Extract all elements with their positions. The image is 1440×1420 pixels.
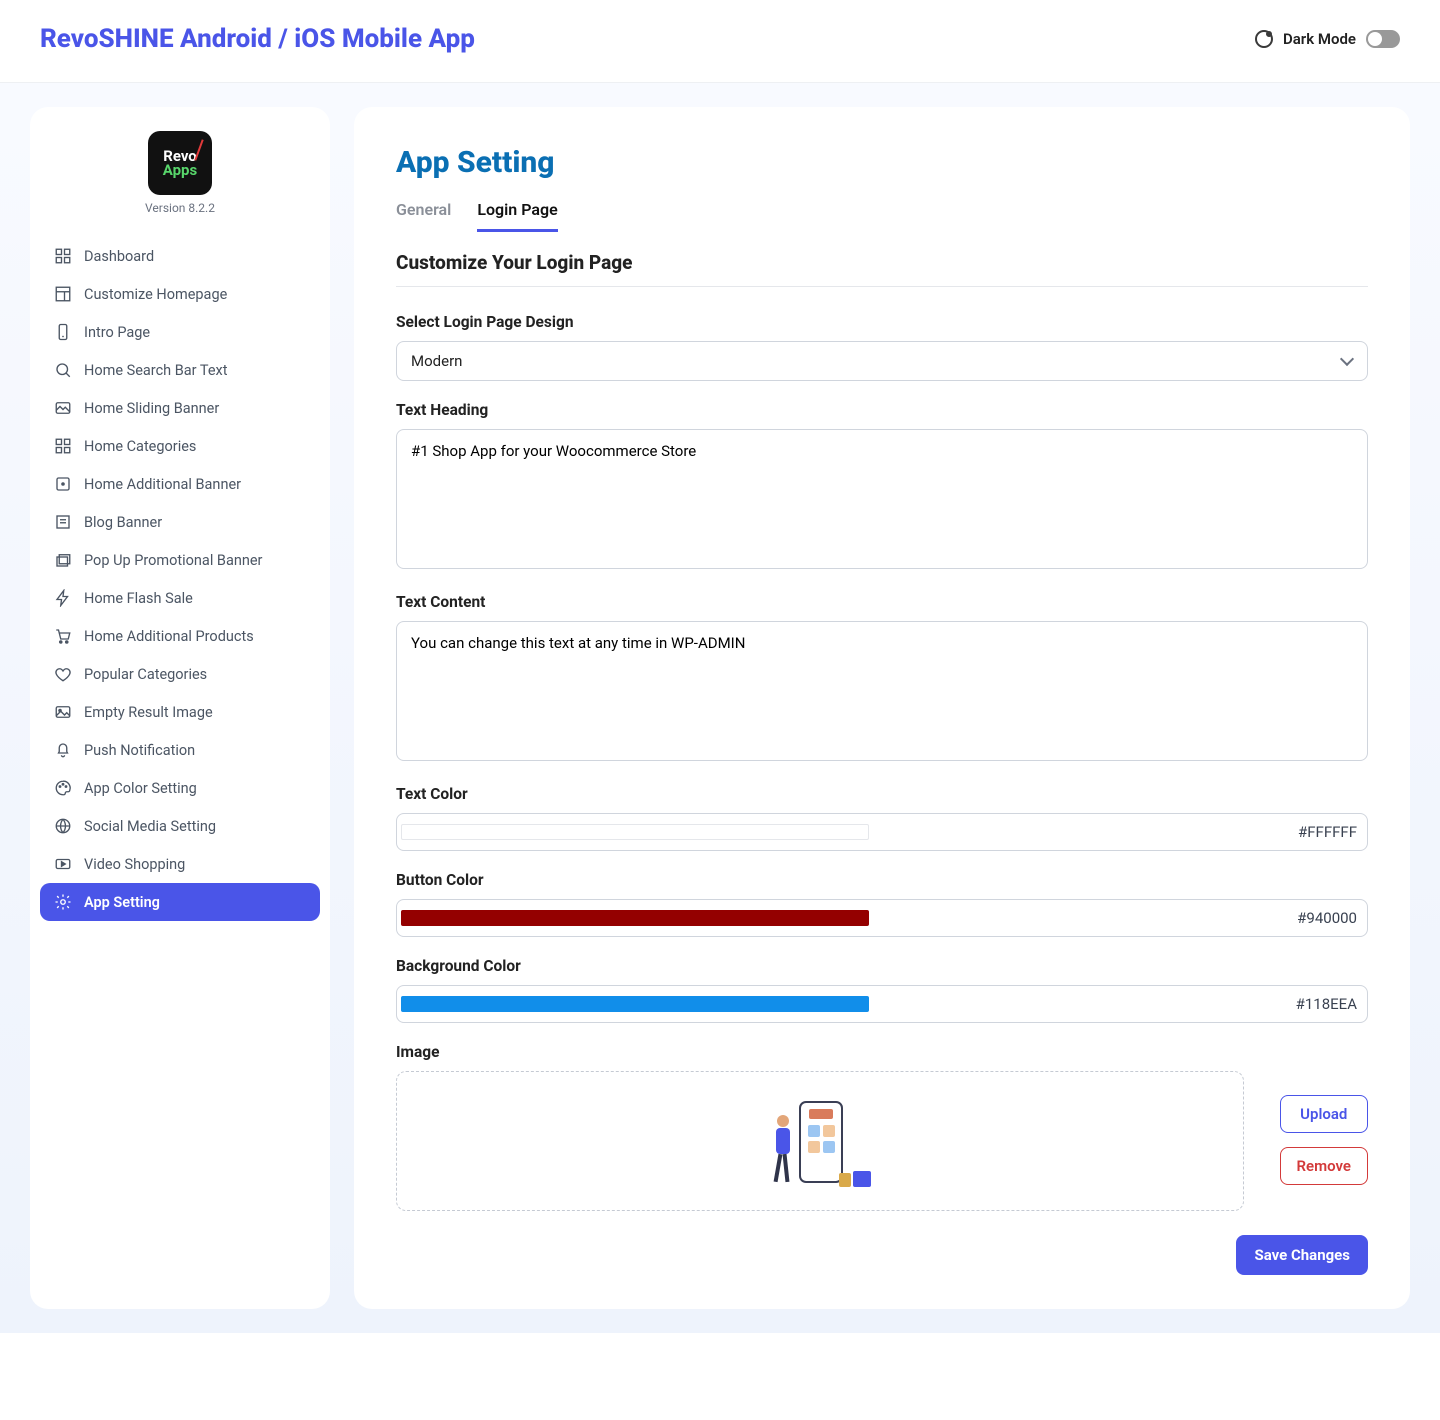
color-input-bg[interactable]: #118EEA <box>396 985 1368 1023</box>
bell-icon <box>54 741 72 759</box>
section-title: Customize Your Login Page <box>396 251 1368 274</box>
label-button-color: Button Color <box>396 871 1368 889</box>
sidebar-item-home-additional-products[interactable]: Home Additional Products <box>40 617 320 655</box>
app-logo: Revo Apps <box>148 131 212 195</box>
dark-mode-label: Dark Mode <box>1283 30 1356 48</box>
gear-icon <box>54 893 72 911</box>
sidebar-item-home-flash-sale[interactable]: Home Flash Sale <box>40 579 320 617</box>
label-bg-color: Background Color <box>396 957 1368 975</box>
color-input-button[interactable]: #940000 <box>396 899 1368 937</box>
sidebar-item-label: Push Notification <box>84 742 195 759</box>
sidebar-item-label: Home Flash Sale <box>84 590 193 607</box>
tab-general[interactable]: General <box>396 200 451 232</box>
app-title: RevoSHINE Android / iOS Mobile App <box>40 24 475 54</box>
video-icon <box>54 855 72 873</box>
sidebar-item-home-sliding-banner[interactable]: Home Sliding Banner <box>40 389 320 427</box>
sidebar-item-push-notification[interactable]: Push Notification <box>40 731 320 769</box>
picture-icon <box>54 703 72 721</box>
sidebar-item-label: Home Search Bar Text <box>84 362 227 379</box>
layout-icon <box>54 285 72 303</box>
sidebar-item-label: Intro Page <box>84 324 150 341</box>
label-select-design: Select Login Page Design <box>396 313 1368 331</box>
sidebar-item-label: Popular Categories <box>84 666 207 683</box>
dark-mode-toggle[interactable] <box>1366 30 1400 48</box>
remove-button[interactable]: Remove <box>1280 1147 1369 1185</box>
sidebar-item-label: Home Additional Products <box>84 628 254 645</box>
hex-button-color: #940000 <box>1297 909 1357 927</box>
input-text-content[interactable] <box>396 621 1368 761</box>
label-image: Image <box>396 1043 1368 1061</box>
hex-bg-color: #118EEA <box>1296 995 1357 1013</box>
input-text-heading[interactable] <box>396 429 1368 569</box>
sidebar-item-popular-categories[interactable]: Popular Categories <box>40 655 320 693</box>
sidebar-item-video-shopping[interactable]: Video Shopping <box>40 845 320 883</box>
sidebar-item-label: Social Media Setting <box>84 818 216 835</box>
sidebar-item-label: App Color Setting <box>84 780 197 797</box>
article-icon <box>54 513 72 531</box>
theme-icon <box>1255 30 1273 48</box>
cart-icon <box>54 627 72 645</box>
label-text-heading: Text Heading <box>396 401 1368 419</box>
sidebar-item-label: App Setting <box>84 894 160 911</box>
label-text-content: Text Content <box>396 593 1368 611</box>
bolt-icon <box>54 589 72 607</box>
grid-icon <box>54 437 72 455</box>
label-text-color: Text Color <box>396 785 1368 803</box>
phone-icon <box>54 323 72 341</box>
sidebar-item-empty-result-image[interactable]: Empty Result Image <box>40 693 320 731</box>
divider <box>396 286 1368 287</box>
sidebar-item-home-categories[interactable]: Home Categories <box>40 427 320 465</box>
sidebar-item-blog-banner[interactable]: Blog Banner <box>40 503 320 541</box>
sidebar-item-label: Customize Homepage <box>84 286 227 303</box>
sidebar: Revo Apps Version 8.2.2 Dashboard Customi… <box>30 107 330 1309</box>
search-icon <box>54 361 72 379</box>
page-title: App Setting <box>396 145 1368 180</box>
login-illustration <box>765 1093 875 1189</box>
image-icon <box>54 399 72 417</box>
hex-text-color: #FFFFFF <box>1298 823 1357 841</box>
grid-icon <box>54 247 72 265</box>
sidebar-nav: Dashboard Customize Homepage Intro Page Hom… <box>40 237 320 921</box>
sidebar-item-home-additional-banner[interactable]: Home Additional Banner <box>40 465 320 503</box>
sidebar-item-customize-homepage[interactable]: Customize Homepage <box>40 275 320 313</box>
sidebar-item-label: Pop Up Promotional Banner <box>84 552 262 569</box>
sidebar-item-social-media-setting[interactable]: Social Media Setting <box>40 807 320 845</box>
heart-icon <box>54 665 72 683</box>
sidebar-item-label: Home Sliding Banner <box>84 400 219 417</box>
select-login-design[interactable]: Modern <box>396 341 1368 381</box>
tab-login-page[interactable]: Login Page <box>477 200 557 232</box>
swatch-button-color <box>401 910 869 926</box>
upload-button[interactable]: Upload <box>1280 1095 1369 1133</box>
sidebar-item-home-search-bar-text[interactable]: Home Search Bar Text <box>40 351 320 389</box>
sidebar-item-intro-page[interactable]: Intro Page <box>40 313 320 351</box>
color-input-text[interactable]: #FFFFFF <box>396 813 1368 851</box>
swatch-bg-color <box>401 996 869 1012</box>
sidebar-item-label: Dashboard <box>84 248 154 265</box>
swatch-text-color <box>401 824 869 840</box>
stack-icon <box>54 551 72 569</box>
globe-icon <box>54 817 72 835</box>
sidebar-item-label: Blog Banner <box>84 514 162 531</box>
sidebar-item-label: Empty Result Image <box>84 704 213 721</box>
app-version: Version 8.2.2 <box>145 201 215 215</box>
topbar: RevoSHINE Android / iOS Mobile App Dark … <box>0 0 1440 83</box>
sidebar-item-label: Home Categories <box>84 438 196 455</box>
sidebar-item-dashboard[interactable]: Dashboard <box>40 237 320 275</box>
settings-tabs: General Login Page <box>396 200 1368 233</box>
palette-icon <box>54 779 72 797</box>
image-dropzone[interactable] <box>396 1071 1244 1211</box>
main-panel: App Setting General Login Page Customize … <box>354 107 1410 1309</box>
square-icon <box>54 475 72 493</box>
sidebar-item-app-setting[interactable]: App Setting <box>40 883 320 921</box>
sidebar-item-label: Home Additional Banner <box>84 476 241 493</box>
sidebar-item-pop-up-promotional-banner[interactable]: Pop Up Promotional Banner <box>40 541 320 579</box>
sidebar-item-label: Video Shopping <box>84 856 185 873</box>
sidebar-item-app-color-setting[interactable]: App Color Setting <box>40 769 320 807</box>
save-changes-button[interactable]: Save Changes <box>1236 1235 1368 1275</box>
